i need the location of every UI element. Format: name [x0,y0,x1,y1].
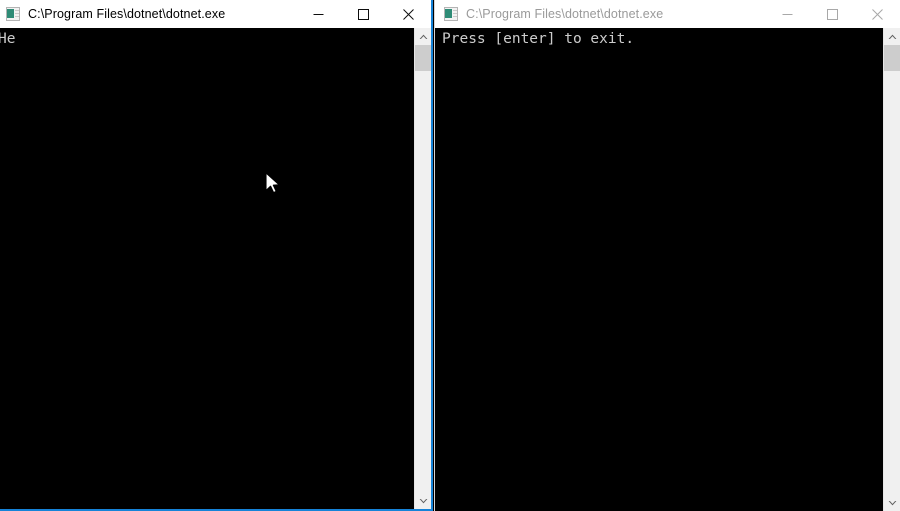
scrollbar-left[interactable] [414,28,431,509]
minimize-button-left[interactable] [296,0,341,28]
maximize-icon [827,8,838,20]
console-window-left[interactable]: C:\Program Files\dotnet\dotnet.exe He [0,0,433,511]
minimize-button-right[interactable] [765,0,810,28]
scroll-thumb-left[interactable] [415,45,431,71]
console-text-right: Press [enter] to exit. [442,31,635,47]
scroll-up-button-right[interactable] [884,28,900,45]
scroll-thumb-right[interactable] [884,45,900,71]
minimize-icon [782,13,793,15]
close-button-right[interactable] [855,0,900,28]
console-output-area-right[interactable]: Press [enter] to exit. [435,28,900,511]
scroll-track-right[interactable] [884,45,900,494]
titlebar-left[interactable]: C:\Program Files\dotnet\dotnet.exe [0,0,431,28]
scroll-down-button-left[interactable] [415,492,431,509]
console-output-area-left[interactable]: He [0,28,431,509]
chevron-up-icon [888,34,896,39]
window-title-right: C:\Program Files\dotnet\dotnet.exe [466,7,664,21]
close-icon [872,8,883,20]
maximize-button-right[interactable] [810,0,855,28]
titlebar-right[interactable]: C:\Program Files\dotnet\dotnet.exe [435,0,900,28]
console-window-right[interactable]: C:\Program Files\dotnet\dotnet.exe Press… [434,0,900,511]
scroll-up-button-left[interactable] [415,28,431,45]
chevron-down-icon [888,500,896,505]
caption-buttons-left [296,0,431,28]
maximize-button-left[interactable] [341,0,386,28]
chevron-down-icon [419,498,427,503]
minimize-icon [313,13,324,15]
window-title-left: C:\Program Files\dotnet\dotnet.exe [28,7,226,21]
console-icon [443,6,459,22]
maximize-icon [358,8,369,20]
chevron-up-icon [419,34,427,39]
scroll-down-button-right[interactable] [884,494,900,511]
close-button-left[interactable] [386,0,431,28]
close-icon [403,8,414,20]
scrollbar-right[interactable] [883,28,900,511]
scroll-track-left[interactable] [415,45,431,492]
console-text-left: He [0,31,16,47]
console-icon [5,6,21,22]
caption-buttons-right [765,0,900,28]
